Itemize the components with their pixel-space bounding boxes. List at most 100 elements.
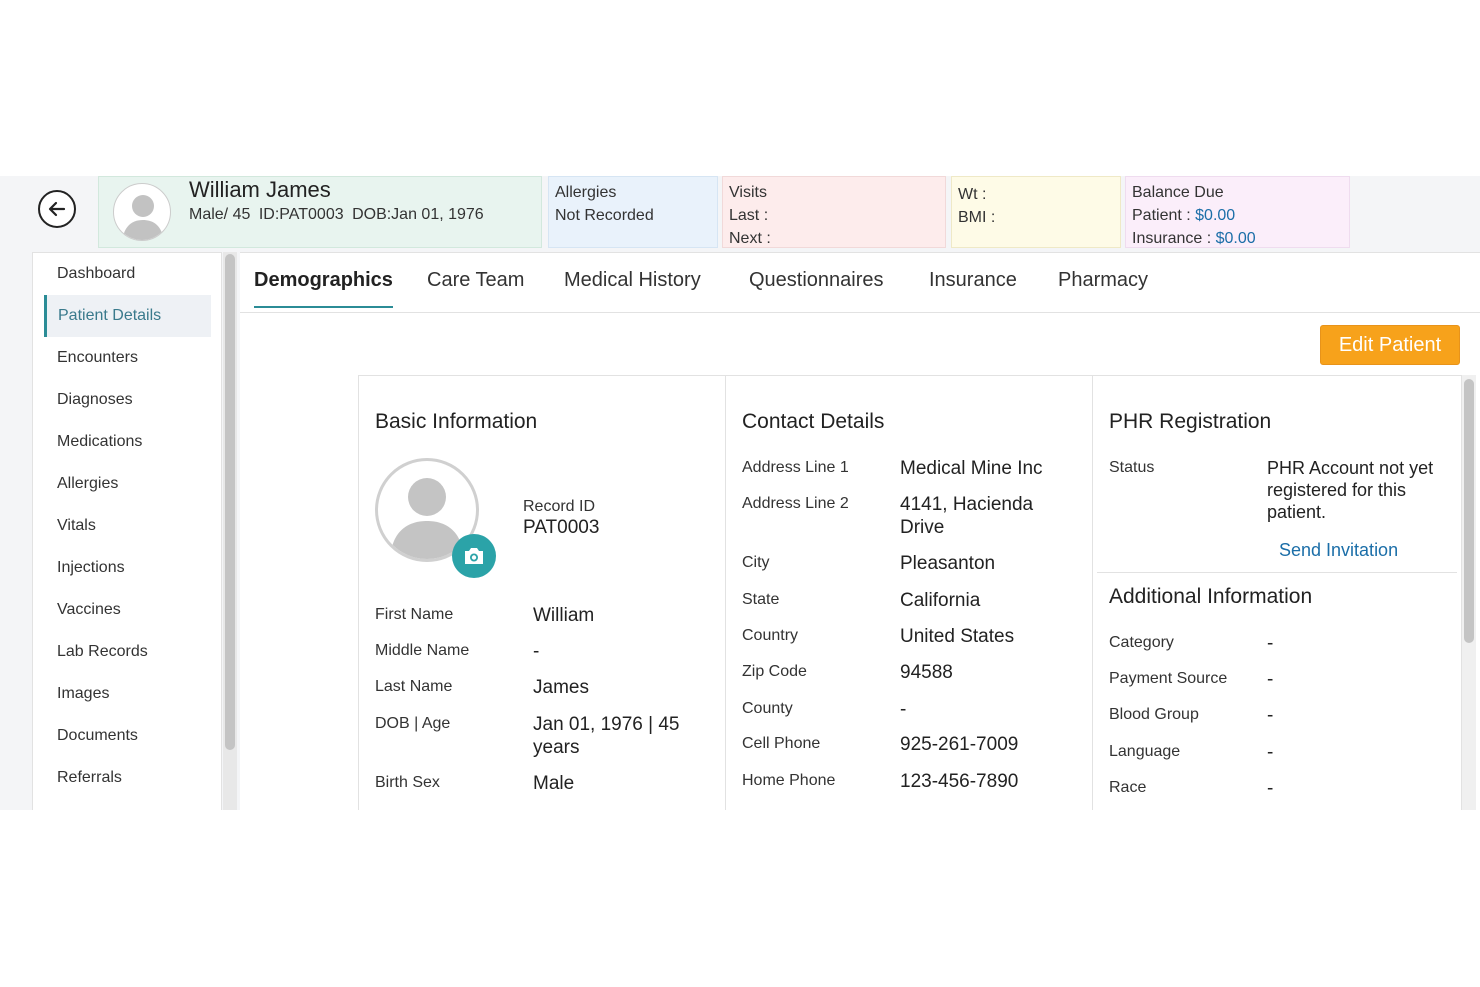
- field-value: William: [533, 605, 595, 626]
- field-value: 4141, Hacienda Drive: [900, 494, 1034, 538]
- visits-card[interactable]: Visits Last : Next :: [722, 176, 946, 248]
- basic-information-panel: Basic Information Record ID PAT0003 Firs…: [359, 376, 726, 816]
- vitals-card[interactable]: Wt : BMI :: [951, 176, 1121, 248]
- field-label: Last Name: [375, 678, 453, 695]
- field-value: -: [1267, 633, 1274, 654]
- phr-registration-title: PHR Registration: [1109, 410, 1272, 433]
- field-label: Blood Group: [1109, 706, 1199, 723]
- tab-bar: Demographics Care Team Medical History Q…: [240, 253, 1480, 313]
- allergies-card[interactable]: Allergies Not Recorded: [548, 176, 718, 248]
- field-label: Race: [1109, 779, 1147, 796]
- allergies-label: Allergies: [555, 184, 617, 201]
- field-label: Payment Source: [1109, 670, 1228, 687]
- field-label: Middle Name: [375, 642, 470, 659]
- sidebar-item-images[interactable]: Images: [33, 673, 221, 715]
- arrow-left-icon: [48, 201, 66, 217]
- field-label: City: [742, 554, 770, 571]
- allergies-value: Not Recorded: [555, 207, 654, 224]
- patient-summary-card: William James Male/ 45 ID:PAT0003 DOB:Ja…: [98, 176, 542, 248]
- field-label: First Name: [375, 606, 454, 623]
- patient-balance-value: $0.00: [1195, 207, 1236, 224]
- field-value: -: [1267, 742, 1274, 763]
- record-id-label: Record ID: [523, 498, 596, 515]
- main-content: Demographics Care Team Medical History Q…: [240, 252, 1480, 816]
- page-background: [0, 810, 1480, 987]
- patient-dob: DOB:Jan 01, 1976: [352, 206, 484, 223]
- field-value: 925-261-7009: [900, 734, 1019, 755]
- basic-information-title: Basic Information: [375, 410, 538, 433]
- field-label: Address Line 1: [742, 459, 849, 476]
- field-value: -: [900, 699, 907, 720]
- visits-next: Next :: [729, 230, 771, 247]
- main-scroll-thumb[interactable]: [1464, 379, 1474, 643]
- patient-balance: Patient : $0.00: [1132, 204, 1343, 227]
- sidebar-item-vaccines[interactable]: Vaccines: [33, 589, 221, 631]
- patient-sex-age: Male/ 45: [189, 206, 251, 223]
- field-value: United States: [900, 626, 1015, 647]
- sidebar-scrollbar[interactable]: [223, 252, 237, 812]
- sidebar-item-encounters[interactable]: Encounters: [33, 337, 221, 379]
- field-label: Address Line 2: [742, 495, 849, 512]
- field-label: Status: [1109, 459, 1155, 476]
- tab-medical-history[interactable]: Medical History: [564, 269, 701, 306]
- field-value: James: [533, 677, 589, 698]
- field-value: -: [533, 641, 540, 662]
- weight-label: Wt :: [958, 186, 987, 203]
- patient-meta: Male/ 45 ID:PAT0003 DOB:Jan 01, 1976: [189, 203, 488, 226]
- record-id-value: PAT0003: [523, 517, 600, 538]
- visits-label: Visits: [729, 184, 767, 201]
- balance-label: Balance Due: [1132, 184, 1224, 201]
- insurance-balance-value: $0.00: [1215, 230, 1256, 247]
- field-value: Medical Mine Inc: [900, 458, 1043, 479]
- field-label: Cell Phone: [742, 735, 821, 752]
- upload-photo-button[interactable]: [452, 534, 496, 578]
- field-value: California: [900, 590, 981, 611]
- sidebar-item-dashboard[interactable]: Dashboard: [33, 253, 221, 295]
- tab-questionnaires[interactable]: Questionnaires: [749, 269, 884, 306]
- patient-id: ID:PAT0003: [258, 206, 344, 223]
- patient-name: William James: [189, 177, 331, 202]
- sidebar-scroll-thumb[interactable]: [225, 254, 235, 750]
- field-value: -: [1267, 669, 1274, 690]
- sidebar-item-allergies[interactable]: Allergies: [33, 463, 221, 505]
- insurance-balance-label: Insurance :: [1132, 230, 1212, 247]
- user-silhouette-icon: [122, 195, 164, 240]
- field-label: DOB | Age: [375, 715, 451, 732]
- tab-insurance[interactable]: Insurance: [929, 269, 1017, 306]
- field-label: Home Phone: [742, 772, 836, 789]
- field-value: Male: [533, 773, 575, 794]
- sidebar-nav: Dashboard Patient Details Encounters Dia…: [32, 252, 222, 812]
- field-value: Jan 01, 1976 | 45 years: [533, 714, 680, 758]
- balance-card[interactable]: Balance Due Patient : $0.00 Insurance : …: [1125, 176, 1350, 248]
- field-value: 123-456-7890: [900, 771, 1019, 792]
- field-label: Country: [742, 627, 799, 644]
- field-label: Language: [1109, 743, 1181, 760]
- sidebar-item-diagnoses[interactable]: Diagnoses: [33, 379, 221, 421]
- send-invitation-link[interactable]: Send Invitation: [1279, 540, 1398, 561]
- back-button[interactable]: [38, 190, 76, 228]
- patient-balance-label: Patient :: [1132, 207, 1191, 224]
- section-divider: [1097, 572, 1457, 573]
- details-panels: Basic Information Record ID PAT0003 Firs…: [358, 375, 1462, 816]
- tab-pharmacy[interactable]: Pharmacy: [1058, 269, 1148, 306]
- tab-demographics[interactable]: Demographics: [254, 269, 393, 308]
- contact-details-panel: Contact Details Address Line 1 Medical M…: [726, 376, 1093, 816]
- field-value: -: [1267, 778, 1274, 799]
- edit-patient-button[interactable]: Edit Patient: [1320, 325, 1460, 365]
- sidebar-item-medications[interactable]: Medications: [33, 421, 221, 463]
- additional-information-title: Additional Information: [1109, 585, 1313, 608]
- field-label: County: [742, 700, 793, 717]
- sidebar-item-patient-details[interactable]: Patient Details: [44, 295, 211, 337]
- sidebar-item-injections[interactable]: Injections: [33, 547, 221, 589]
- patient-avatar: [113, 183, 171, 241]
- sidebar-item-referrals[interactable]: Referrals: [33, 757, 221, 799]
- field-value: PHR Account not yet registered for this …: [1267, 458, 1434, 522]
- field-value: Pleasanton: [900, 553, 996, 574]
- sidebar-item-documents[interactable]: Documents: [33, 715, 221, 757]
- tab-care-team[interactable]: Care Team: [427, 269, 524, 306]
- main-scrollbar[interactable]: [1462, 375, 1476, 815]
- bmi-label: BMI :: [958, 209, 996, 226]
- phr-registration-panel: PHR Registration Status PHR Account not …: [1093, 376, 1461, 816]
- sidebar-item-vitals[interactable]: Vitals: [33, 505, 221, 547]
- sidebar-item-lab-records[interactable]: Lab Records: [33, 631, 221, 673]
